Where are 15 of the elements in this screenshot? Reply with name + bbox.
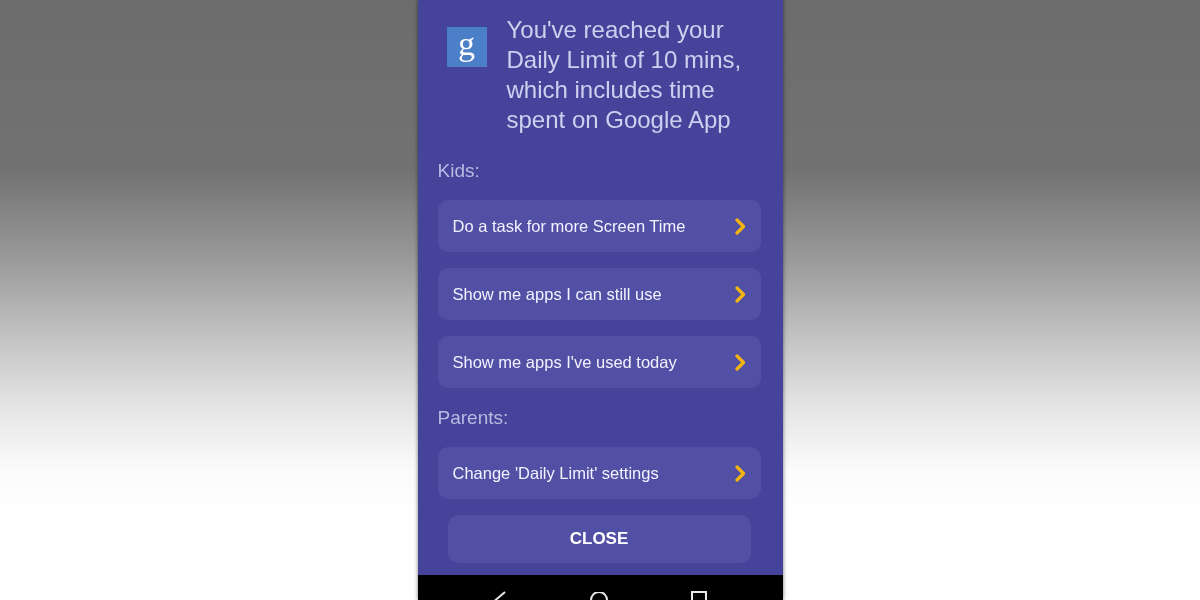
recent-apps-icon[interactable] xyxy=(689,590,708,600)
option-button[interactable]: Do a task for more Screen Time xyxy=(437,200,761,252)
chevron-right-icon xyxy=(734,464,746,482)
close-button[interactable]: CLOSE xyxy=(447,515,751,563)
option-button[interactable]: Change 'Daily Limit' settings xyxy=(437,447,761,499)
chevron-right-icon xyxy=(734,285,746,303)
section-heading: Parents: xyxy=(437,406,510,430)
chevron-right-icon xyxy=(734,353,746,371)
section-heading: Kids: xyxy=(437,159,481,183)
app-logo: g xyxy=(446,27,487,67)
option-button[interactable]: Show me apps I've used today xyxy=(437,336,761,388)
chevron-right-icon xyxy=(734,217,746,235)
option-button[interactable]: Show me apps I can still use xyxy=(437,268,761,320)
home-icon[interactable] xyxy=(588,592,609,600)
limit-message: You've reached your Daily Limit of 10 mins, which includes time spent on Google App xyxy=(506,15,743,135)
